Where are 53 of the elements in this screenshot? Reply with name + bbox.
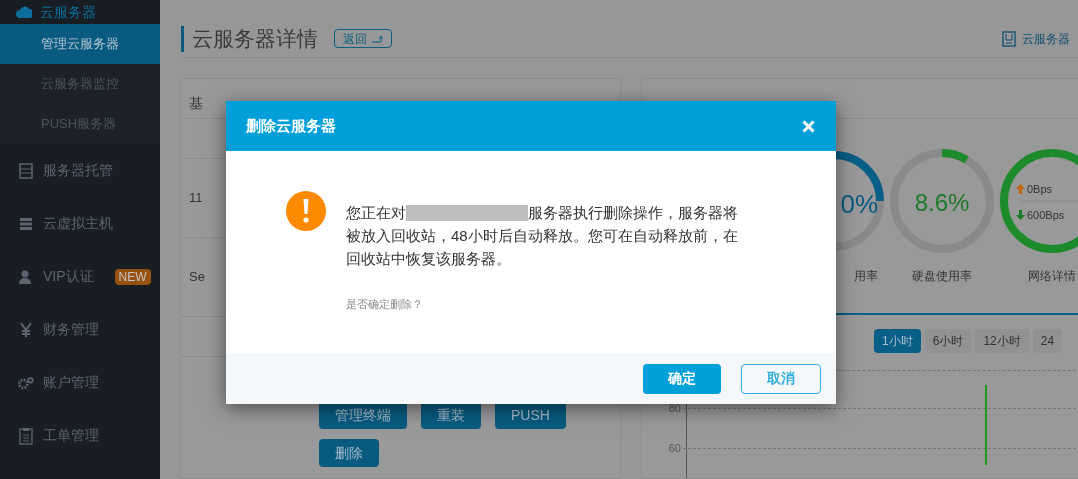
book-icon (1002, 30, 1016, 47)
sidebar-label: 账户管理 (43, 373, 99, 392)
dialog-title: 删除云服务器 (246, 115, 336, 136)
sidebar-section[interactable]: 云服务器 (40, 1, 96, 23)
gauge-label: 网络详情 (1028, 268, 1076, 285)
gauge-value: 8.6% (913, 188, 971, 218)
sidebar-item[interactable]: 工单管理 (0, 409, 160, 462)
row-value: Se (189, 268, 205, 287)
sidebar-item[interactable]: 账户管理 (0, 356, 160, 409)
yen-icon (19, 321, 33, 338)
sidebar-item[interactable]: 服务器托管 (0, 144, 160, 197)
sidebar-item[interactable]: 财务管理 (0, 303, 160, 356)
warning-icon (286, 191, 326, 231)
page-title: 云服务器详情 (192, 25, 318, 52)
sidebar-label: 云虚拟主机 (43, 214, 113, 233)
action-button[interactable]: 删除 (319, 439, 379, 467)
download-rate: 600Bps (1027, 208, 1065, 223)
rack-icon (18, 162, 34, 179)
clipboard-icon (19, 426, 33, 445)
sidebar-label: 工单管理 (43, 426, 99, 445)
close-icon (801, 119, 815, 133)
down-arrow-icon (1016, 210, 1025, 221)
sidebar-item[interactable]: 管理云服务器 (0, 24, 160, 64)
help-link[interactable]: 云服务器 (1022, 29, 1070, 48)
new-badge: NEW (114, 268, 151, 285)
close-button[interactable] (800, 118, 816, 134)
sidebar-label: VIP认证 (43, 267, 94, 286)
time-range-tab[interactable]: 1小时 (874, 329, 921, 353)
time-range-tab[interactable]: 24 (1032, 329, 1063, 353)
user-icon (18, 268, 34, 285)
gauge-label: 用率 (854, 268, 878, 285)
panel-title: 基 (189, 95, 203, 111)
gauge-value: 0% (840, 188, 878, 221)
back-button[interactable]: 返回 (334, 29, 392, 48)
confirm-button[interactable]: 确定 (643, 363, 721, 394)
cloud-icon (16, 6, 32, 18)
upload-rate: 0Bps (1027, 182, 1053, 197)
sidebar-label: 服务器托管 (43, 161, 113, 180)
gears-icon (18, 375, 34, 390)
up-arrow-icon (1016, 184, 1025, 195)
time-range-tab[interactable]: 12小时 (975, 329, 1029, 353)
return-arrow-icon (371, 34, 383, 43)
sidebar-item[interactable]: 云虚拟主机 (0, 197, 160, 250)
y-tick-label: 60 (667, 441, 681, 456)
cancel-button[interactable]: 取消 (741, 363, 821, 394)
sidebar-item[interactable]: VIP认证 NEW (0, 250, 160, 303)
message-text: 您正在对 服务器执行删除操作，服务器将被放入回收站，48小时后自动释放。您可在自动释放前，在回收站中恢复该服务器。 (346, 203, 739, 269)
sidebar-label: 财务管理 (43, 320, 99, 339)
confirm-question: 是否确定删除？ (346, 297, 424, 312)
gauge-label: 硬盘使用率 (912, 268, 972, 285)
row-value: 11 (189, 189, 203, 208)
time-range-tab[interactable]: 6小时 (924, 329, 972, 353)
server-icon (19, 216, 33, 231)
